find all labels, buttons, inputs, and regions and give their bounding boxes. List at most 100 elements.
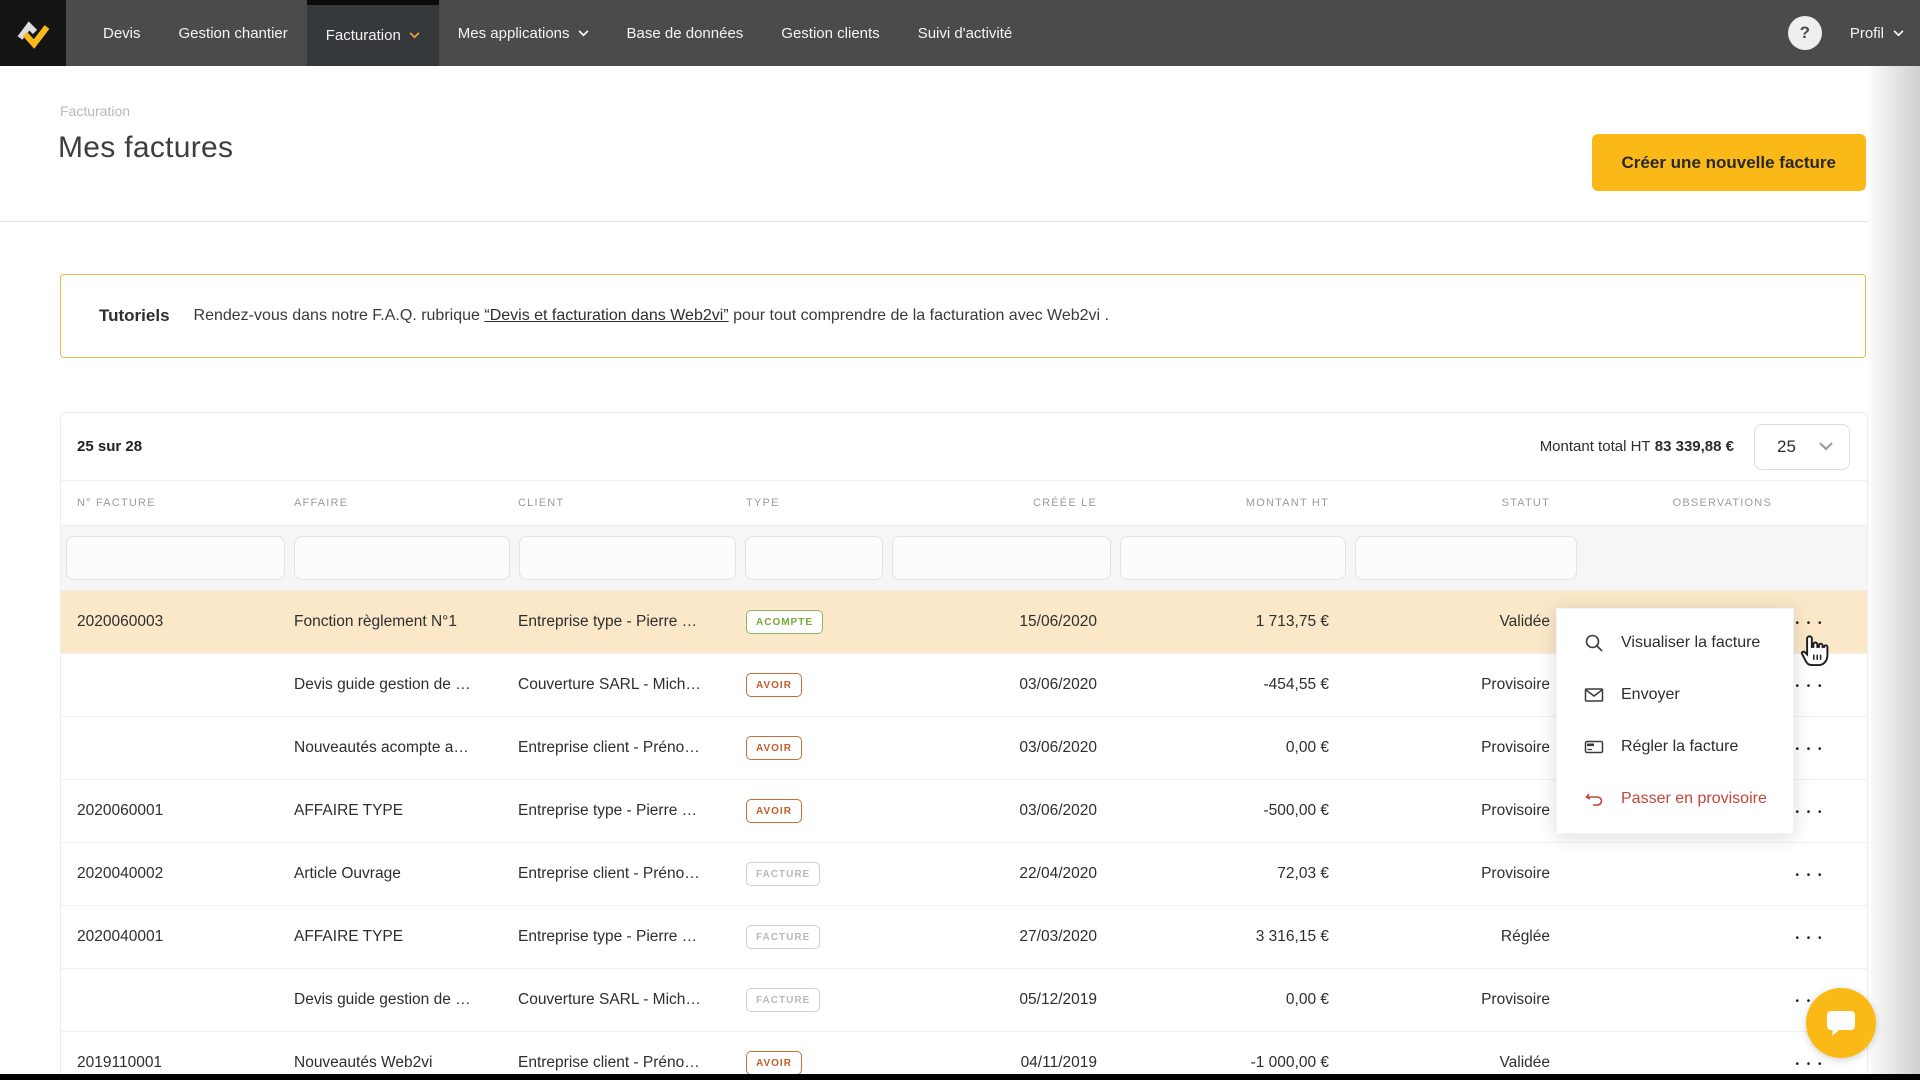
table-row[interactable]: 2020040002 Article Ouvrage Entreprise cl… [61,843,1867,906]
help-button[interactable]: ? [1788,16,1822,50]
nav-item-facturation[interactable]: Facturation [307,0,439,66]
row-actions-button[interactable]: • • • [1795,870,1824,881]
created-date-cell: 03/06/2020 [887,676,1115,694]
invoice-actions-menu: Visualiser la facture Envoyer Régler la … [1556,608,1794,834]
column-header[interactable]: Type [740,497,887,509]
nav-item-suivi-activite[interactable]: Suivi d'activité [899,0,1032,66]
type-badge: AVOIR [746,799,802,823]
page-size-select[interactable]: 25 [1754,424,1850,470]
affaire-cell: Nouveautés Web2vi [289,1054,514,1072]
row-actions-button[interactable]: • • • [1795,1059,1824,1070]
amount-ht-cell: -1 000,00 € [1115,1054,1350,1072]
type-cell: AVOIR [740,799,887,823]
column-header[interactable]: Montant HT [1115,497,1350,509]
menu-item-regler[interactable]: Régler la facture [1557,721,1793,773]
type-cell: FACTURE [740,925,887,949]
chat-button[interactable] [1806,988,1876,1058]
row-actions-button[interactable]: • • • [1795,807,1824,818]
facturation-page: Devis Gestion chantier Facturation Mes a… [0,0,1920,1080]
nav-item-gestion-chantier[interactable]: Gestion chantier [160,0,307,66]
total-value: 83 339,88 € [1655,438,1734,455]
web2vi-logo[interactable] [0,0,66,66]
row-actions-button[interactable]: • • • [1795,933,1824,944]
chat-bubble-icon [1824,1008,1858,1038]
nav-item-gestion-clients[interactable]: Gestion clients [762,0,898,66]
observations-cell: • • • [1581,1054,1867,1072]
menu-item-label: Passer en provisoire [1621,790,1767,808]
invoice-number: 2020040002 [61,865,289,883]
filter-input-statut[interactable] [1355,536,1577,580]
created-date-cell: 22/04/2020 [887,865,1115,883]
summary-right: Montant total HT 83 339,88 € 25 [1540,424,1850,470]
profile-menu[interactable]: Profil [1850,25,1904,42]
client-cell: Entreprise type - Pierre … [514,928,740,946]
status-cell: Provisoire [1350,991,1581,1009]
nav-label: Mes applications [458,25,570,42]
type-cell: FACTURE [740,988,887,1012]
menu-item-label: Visualiser la facture [1621,634,1760,652]
column-header[interactable]: Affaire [289,497,514,509]
client-cell: Couverture SARL - Mich… [514,676,740,694]
type-cell: FACTURE [740,862,887,886]
created-date-cell: 03/06/2020 [887,802,1115,820]
table-row[interactable]: 2020040001 AFFAIRE TYPE Entreprise type … [61,906,1867,969]
nav-item-mes-applications[interactable]: Mes applications [439,0,608,66]
create-invoice-button[interactable]: Créer une nouvelle facture [1592,134,1866,191]
status-cell: Provisoire [1350,676,1581,694]
column-header[interactable]: Créée le [887,497,1115,509]
affaire-cell: AFFAIRE TYPE [289,928,514,946]
observations-cell: • • • [1581,928,1867,946]
column-header[interactable]: N° Facture [61,497,289,509]
nav-item-base-de-donnees[interactable]: Base de données [608,0,763,66]
breadcrumb: Facturation [60,103,130,119]
amount-ht-cell: 0,00 € [1115,739,1350,757]
banner-text-before: Rendez-vous dans notre F.A.Q. rubrique [194,307,485,324]
nav-item-devis[interactable]: Devis [84,0,160,66]
type-cell: AVOIR [740,673,887,697]
web2vi-logo-icon [12,12,54,54]
faq-link[interactable]: “Devis et facturation dans Web2vi” [484,307,728,324]
filter-input-affaire[interactable] [294,536,510,580]
filter-input-type[interactable] [745,536,883,580]
filter-input-creee-le[interactable] [892,536,1111,580]
row-actions-button[interactable]: • • • [1795,618,1824,629]
table-summary-bar: 25 sur 28 Montant total HT 83 339,88 € 2… [61,413,1867,481]
row-actions-button[interactable]: • • • [1795,744,1824,755]
top-nav: Devis Gestion chantier Facturation Mes a… [0,0,1920,66]
chevron-down-icon [1893,30,1904,37]
envelope-icon [1584,685,1604,705]
type-cell: AVOIR [740,1051,887,1075]
affaire-cell: Devis guide gestion de … [289,991,514,1009]
chevron-down-icon [1819,442,1833,451]
table-row[interactable]: Devis guide gestion de … Couverture SARL… [61,969,1867,1032]
filter-input-num-facture[interactable] [66,536,285,580]
tutorials-banner: Tutoriels Rendez-vous dans notre F.A.Q. … [60,274,1866,358]
banner-title: Tutoriels [99,306,170,326]
banner-text: Rendez-vous dans notre F.A.Q. rubrique “… [194,307,1109,325]
status-cell: Provisoire [1350,802,1581,820]
page-size-value: 25 [1777,437,1796,457]
status-cell: Validée [1350,613,1581,631]
banner-text-after: pour tout comprendre de la facturation a… [729,307,1109,324]
row-actions-button[interactable]: • • • [1795,681,1824,692]
column-header[interactable]: Client [514,497,740,509]
amount-ht-cell: 1 713,75 € [1115,613,1350,631]
client-cell: Entreprise client - Préno… [514,1054,740,1072]
menu-item-visualiser[interactable]: Visualiser la facture [1557,617,1793,669]
created-date-cell: 15/06/2020 [887,613,1115,631]
nav-label: Suivi d'activité [918,25,1013,42]
type-badge: AVOIR [746,673,802,697]
type-cell: ACOMPTE [740,610,887,634]
filter-input-client[interactable] [519,536,736,580]
nav-right: ? Profil [1788,0,1904,66]
menu-item-passer-provisoire[interactable]: Passer en provisoire [1557,773,1793,825]
menu-item-envoyer[interactable]: Envoyer [1557,669,1793,721]
table-row[interactable]: 2019110001 Nouveautés Web2vi Entreprise … [61,1032,1867,1080]
filter-input-montant-ht[interactable] [1120,536,1346,580]
affaire-cell: Fonction règlement N°1 [289,613,514,631]
nav-label: Facturation [326,27,401,44]
amount-ht-cell: -454,55 € [1115,676,1350,694]
menu-item-label: Envoyer [1621,686,1680,704]
column-header[interactable]: Statut [1350,497,1581,509]
client-cell: Entreprise client - Préno… [514,739,740,757]
